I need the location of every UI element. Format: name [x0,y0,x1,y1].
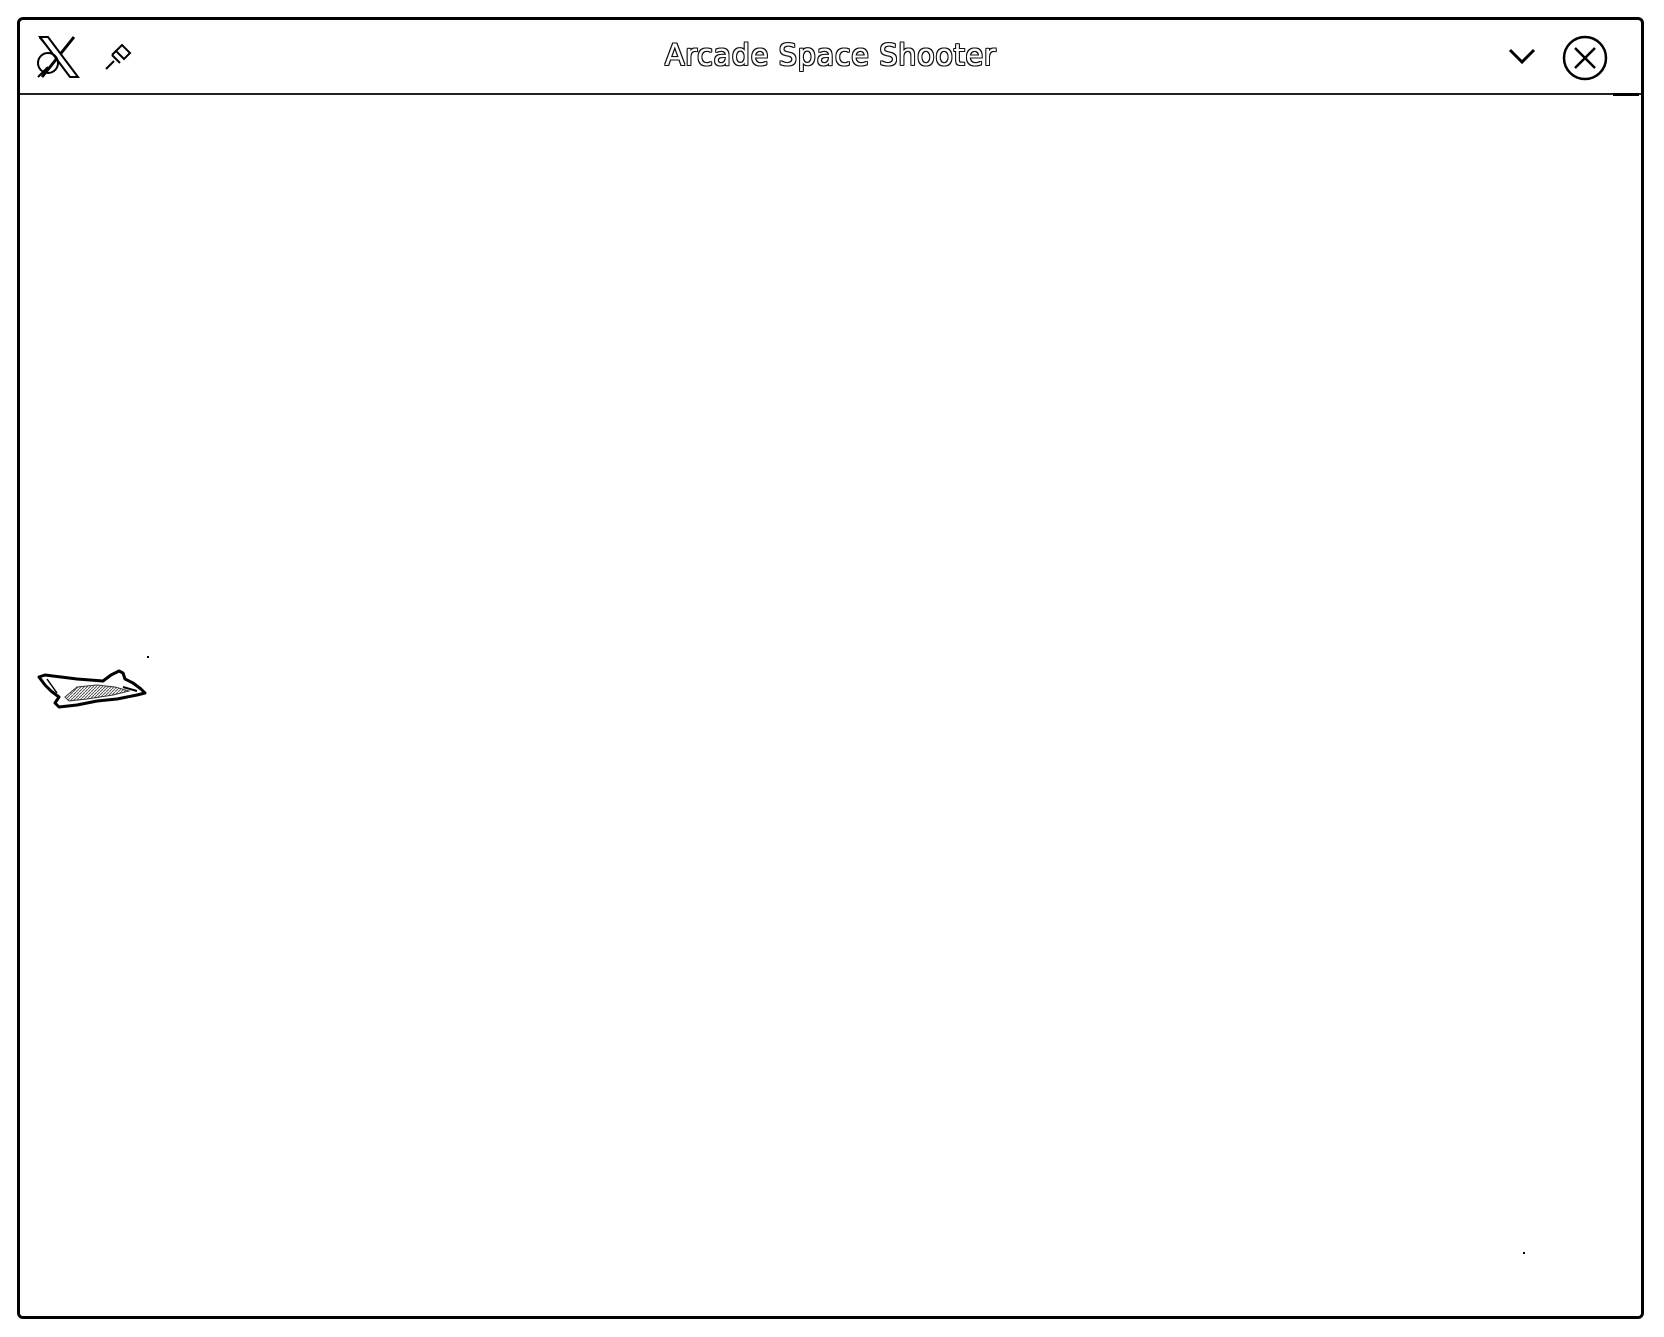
chevron-down-icon[interactable] [1507,46,1537,66]
spaceship-sprite [37,669,147,709]
game-canvas[interactable] [20,96,1641,1316]
close-icon[interactable] [1561,34,1609,82]
star-particle [1523,1252,1525,1254]
title-bar[interactable]: Arcade Space Shooter [20,20,1641,96]
star-particle [147,656,149,658]
game-window: Arcade Space Shooter [17,17,1644,1319]
window-title: Arcade Space Shooter [664,38,997,72]
